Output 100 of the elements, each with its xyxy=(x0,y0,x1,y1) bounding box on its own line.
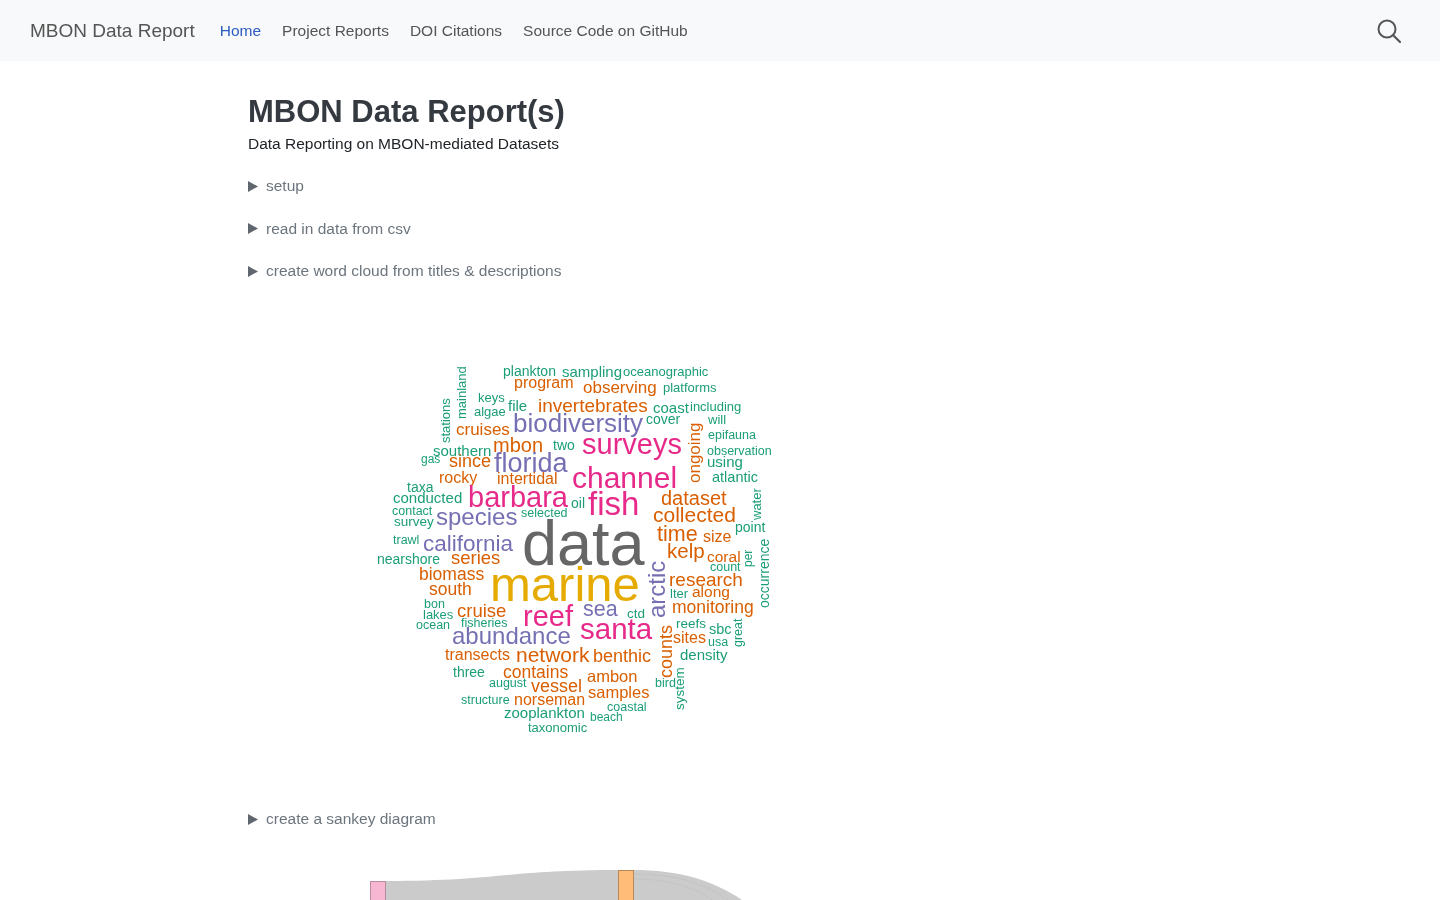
cloud-word: network xyxy=(516,646,590,663)
page-subtitle: Data Reporting on MBON-mediated Datasets xyxy=(248,134,559,154)
cloud-word: contact xyxy=(392,506,433,517)
cloud-word: gas xyxy=(421,457,441,467)
cloud-word: transects xyxy=(445,649,510,662)
cloud-word: abundance xyxy=(452,627,571,646)
cloud-word: benthic xyxy=(593,649,652,664)
cloud-word: bird xyxy=(655,678,676,689)
section-toggle[interactable]: read in data from csv xyxy=(248,216,411,241)
cloud-word: using xyxy=(707,455,743,471)
cloud-word: time xyxy=(657,526,698,543)
cloud-word: reefs xyxy=(676,619,706,630)
cloud-word: count xyxy=(710,562,741,573)
cloud-word: biodiversity xyxy=(513,412,644,438)
cloud-word: sea xyxy=(583,605,618,618)
cloud-word: sites xyxy=(673,632,706,645)
cloud-word: water xyxy=(752,488,763,520)
cloud-word: will xyxy=(708,415,727,426)
cloud-word: data xyxy=(522,518,645,567)
cloud-word: ambon xyxy=(587,669,638,683)
cloud-word: coast xyxy=(653,401,689,414)
cloud-word: ongoing xyxy=(688,422,705,483)
cloud-word: monitoring xyxy=(672,600,754,617)
cloud-word: intertidal xyxy=(497,473,558,486)
nav-link[interactable]: Project Reports xyxy=(282,21,389,40)
cloud-word: cover xyxy=(646,416,681,425)
cloud-word: beach xyxy=(590,713,623,723)
cloud-word: barbara xyxy=(468,485,568,508)
nav-link[interactable]: Source Code on GitHub xyxy=(523,21,688,40)
cloud-word: reef xyxy=(523,604,573,627)
cloud-word: taxonomic xyxy=(528,723,588,734)
cloud-word: great xyxy=(732,618,745,647)
cloud-word: oil xyxy=(571,497,585,509)
cloud-word: plankton xyxy=(503,366,556,380)
cloud-word: algae xyxy=(474,407,506,420)
cloud-word: lter xyxy=(670,589,689,600)
cloud-word: fish xyxy=(588,490,640,516)
cloud-word: surveys xyxy=(582,438,682,461)
cloud-word: ocean xyxy=(416,623,451,631)
cloud-word: dataset xyxy=(661,491,727,507)
cloud-word: three xyxy=(453,666,485,678)
cloud-word: rocky xyxy=(439,471,478,486)
cloud-word: marine xyxy=(490,565,640,604)
cloud-word: oceanographic xyxy=(623,367,709,380)
section-toggle[interactable]: create a sankey diagram xyxy=(248,807,436,831)
cloud-word: norseman xyxy=(514,696,586,706)
cloud-word: species xyxy=(436,507,518,531)
cloud-word: atlantic xyxy=(712,472,758,484)
cloud-word: point xyxy=(735,522,766,537)
cloud-word: santa xyxy=(580,618,653,641)
cloud-word: structure xyxy=(461,695,510,706)
cloud-word: stations xyxy=(441,398,452,443)
nav-link[interactable]: Home xyxy=(219,21,262,40)
cloud-word: observing xyxy=(583,381,657,398)
cloud-word: vessel xyxy=(531,679,583,694)
cloud-word: survey xyxy=(394,519,434,530)
section-toggle[interactable]: setup xyxy=(248,174,304,198)
cloud-word: nearshore xyxy=(377,553,441,565)
cloud-word: coral xyxy=(707,550,741,563)
brand-link[interactable]: MBON Data Report xyxy=(30,19,195,42)
search-button[interactable] xyxy=(1377,18,1401,43)
cloud-word: including xyxy=(690,402,742,415)
cloud-word: epifauna xyxy=(708,429,756,442)
cloud-word: per xyxy=(745,549,755,567)
cloud-word: counts xyxy=(659,624,674,678)
cloud-word: keys xyxy=(478,393,505,406)
cloud-word: august xyxy=(489,677,527,690)
cloud-word: contains xyxy=(503,666,569,680)
cloud-word: zooplankton xyxy=(504,706,585,722)
cloud-word: mainland xyxy=(457,366,468,419)
cloud-word: density xyxy=(680,648,728,664)
cloud-word: along xyxy=(692,586,730,601)
cloud-word: observation xyxy=(707,446,772,457)
cloud-word: biomass xyxy=(419,568,485,582)
cloud-word: sbc xyxy=(709,624,732,636)
cloud-word: lakes xyxy=(423,610,454,621)
cloud-word: platforms xyxy=(663,383,717,396)
cloud-word: selected xyxy=(521,508,568,519)
cloud-word: occurrence xyxy=(761,538,770,608)
cloud-word: series xyxy=(451,551,501,566)
cloud-word: sampling xyxy=(562,365,623,380)
cloud-word: conducted xyxy=(393,491,463,504)
page-title: MBON Data Report(s) xyxy=(248,94,565,130)
cloud-word: california xyxy=(423,534,514,552)
nav-link[interactable]: DOI Citations xyxy=(409,21,503,40)
cloud-word: file xyxy=(508,399,528,412)
cloud-word: size xyxy=(703,531,732,544)
cloud-word: ctd xyxy=(627,609,645,620)
cloud-word: samples xyxy=(588,686,650,702)
cloud-word: program xyxy=(514,380,574,393)
section-toggle[interactable]: create word cloud from titles & descriptions xyxy=(248,259,562,283)
cloud-word: cruise xyxy=(457,604,507,619)
cloud-word: cruises xyxy=(456,422,510,436)
search-icon xyxy=(1377,18,1401,43)
cloud-word: system xyxy=(675,667,688,710)
cloud-word: channel xyxy=(572,465,678,489)
cloud-word: kelp xyxy=(667,542,705,563)
cloud-word: taxa xyxy=(407,481,434,493)
cloud-word: trawl xyxy=(393,535,420,546)
cloud-word: two xyxy=(553,439,575,451)
